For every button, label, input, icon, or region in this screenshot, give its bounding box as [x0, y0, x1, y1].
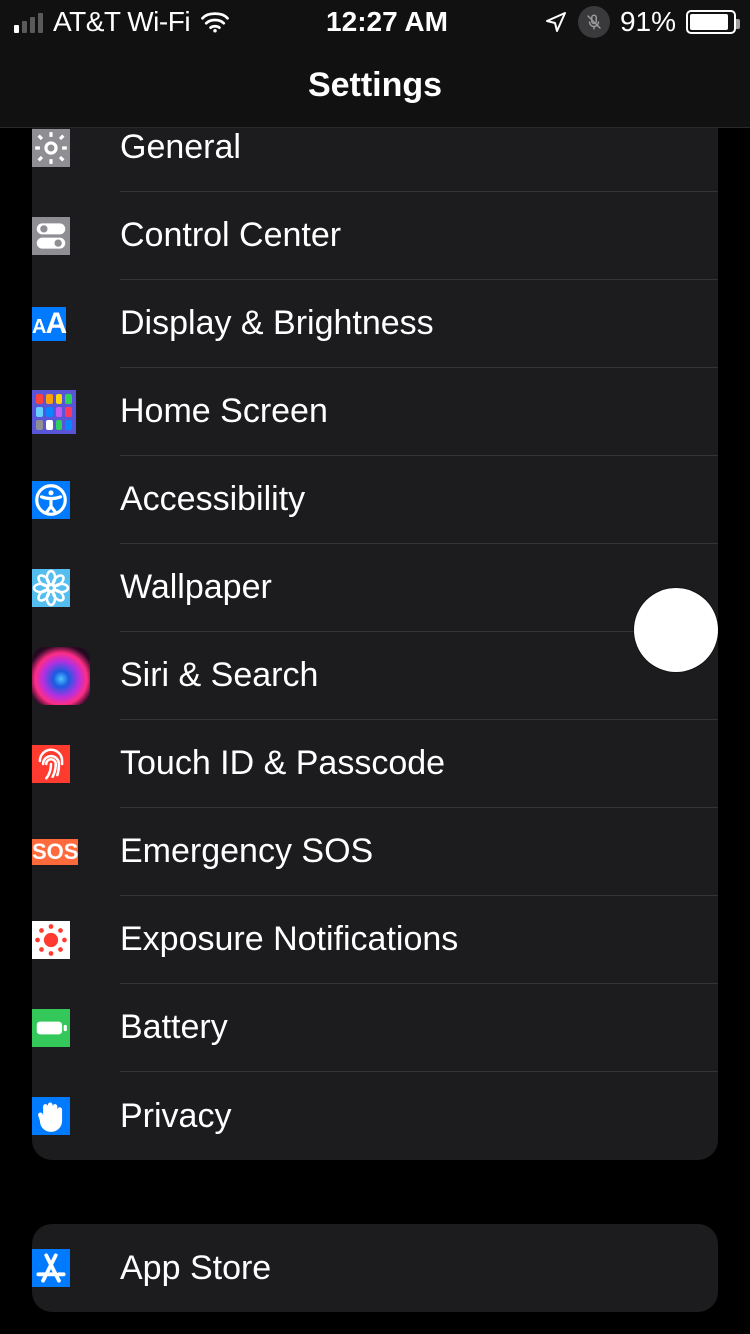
row-app-store[interactable]: App Store	[32, 1224, 718, 1312]
row-label: Exposure Notifications	[120, 920, 694, 959]
app-grid-icon	[32, 390, 76, 434]
cell-signal-icon	[14, 11, 43, 33]
exposure-icon	[32, 921, 70, 959]
row-siri-search[interactable]: Siri & Search	[32, 632, 718, 720]
assistive-touch-button[interactable]	[634, 588, 718, 672]
toggles-icon	[32, 217, 70, 255]
row-label: Touch ID & Passcode	[120, 744, 694, 783]
row-wallpaper[interactable]: Wallpaper	[32, 544, 718, 632]
battery-icon	[686, 10, 736, 34]
row-general[interactable]: General	[32, 128, 718, 192]
status-right: 91%	[544, 6, 736, 38]
page-title: Settings	[308, 66, 442, 105]
status-time: 12:27 AM	[326, 6, 448, 38]
accessibility-icon	[32, 481, 70, 519]
nav-header: Settings	[0, 44, 750, 128]
wifi-icon	[200, 10, 230, 34]
row-home-screen[interactable]: Home Screen	[32, 368, 718, 456]
row-label: Wallpaper	[120, 568, 694, 607]
row-label: App Store	[120, 1249, 694, 1288]
battery-percent: 91%	[620, 6, 676, 38]
row-label: Home Screen	[120, 392, 694, 431]
status-left: AT&T Wi-Fi	[14, 6, 230, 38]
row-label: Privacy	[120, 1097, 694, 1136]
row-touchid-passcode[interactable]: Touch ID & Passcode	[32, 720, 718, 808]
row-label: Siri & Search	[120, 656, 694, 695]
sos-icon: SOS	[32, 839, 78, 865]
row-label: General	[120, 128, 694, 167]
row-battery[interactable]: Battery	[32, 984, 718, 1072]
row-label: Battery	[120, 1008, 694, 1047]
status-bar: AT&T Wi-Fi 12:27 AM 91%	[0, 0, 750, 44]
battery-full-icon	[32, 1009, 70, 1047]
appstore-icon	[32, 1249, 70, 1287]
location-icon	[544, 10, 568, 34]
row-label: Display & Brightness	[120, 304, 694, 343]
carrier-label: AT&T Wi-Fi	[53, 6, 190, 38]
text-size-icon: AA	[32, 307, 66, 341]
flower-icon	[32, 569, 70, 607]
row-accessibility[interactable]: Accessibility	[32, 456, 718, 544]
gear-icon	[32, 129, 70, 167]
row-label: Control Center	[120, 216, 694, 255]
fingerprint-icon	[32, 745, 70, 783]
siri-icon	[32, 647, 90, 705]
settings-group-1: General Control Center AA Display & Brig…	[32, 128, 718, 1160]
mic-muted-icon	[578, 6, 610, 38]
row-emergency-sos[interactable]: SOS Emergency SOS	[32, 808, 718, 896]
row-privacy[interactable]: Privacy	[32, 1072, 718, 1160]
row-label: Emergency SOS	[120, 832, 694, 871]
settings-group-2: App Store	[32, 1224, 718, 1312]
row-label: Accessibility	[120, 480, 694, 519]
settings-scroll[interactable]: General Control Center AA Display & Brig…	[0, 128, 750, 1334]
hand-icon	[32, 1097, 70, 1135]
row-control-center[interactable]: Control Center	[32, 192, 718, 280]
row-display-brightness[interactable]: AA Display & Brightness	[32, 280, 718, 368]
row-exposure-notifications[interactable]: Exposure Notifications	[32, 896, 718, 984]
